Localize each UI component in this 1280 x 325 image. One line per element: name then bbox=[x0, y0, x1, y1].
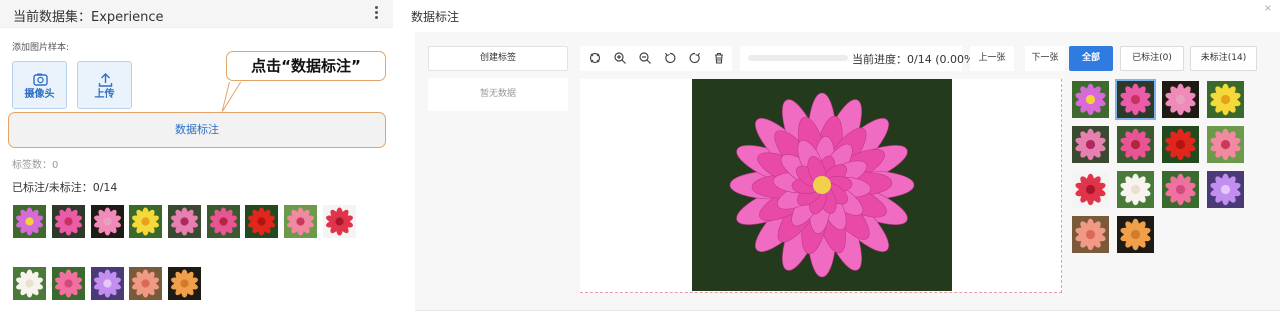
sample-thumbnail[interactable] bbox=[129, 267, 162, 300]
dialog-title: 数据标注 bbox=[411, 10, 460, 24]
divider bbox=[415, 310, 1280, 311]
gallery-thumbnail[interactable] bbox=[1117, 216, 1154, 253]
sample-thumbnail[interactable] bbox=[323, 205, 356, 238]
create-tag-button[interactable]: 创建标签 bbox=[428, 46, 568, 71]
sample-thumbnail[interactable] bbox=[284, 205, 317, 238]
filter-annotated-tab[interactable]: 已标注(0) bbox=[1120, 46, 1184, 71]
fit-icon[interactable] bbox=[588, 51, 602, 65]
zoom-in-icon[interactable] bbox=[613, 51, 627, 65]
sample-thumbnail[interactable] bbox=[207, 205, 240, 238]
annotation-canvas[interactable] bbox=[580, 79, 1062, 293]
upload-button[interactable]: 上传 bbox=[77, 61, 132, 109]
sample-thumbnail[interactable] bbox=[91, 267, 124, 300]
sample-thumbnail[interactable] bbox=[52, 205, 85, 238]
camera-label: 摄像头 bbox=[24, 89, 55, 100]
rotate-left-icon[interactable] bbox=[663, 51, 677, 65]
gallery-thumbnail[interactable] bbox=[1207, 171, 1244, 208]
annotation-status-text: 已标注/未标注：0/14 bbox=[12, 181, 118, 194]
image-gallery bbox=[1070, 79, 1280, 301]
gallery-thumbnail[interactable] bbox=[1072, 216, 1109, 253]
current-image[interactable] bbox=[692, 79, 952, 291]
sample-thumbnail[interactable] bbox=[13, 267, 46, 300]
sample-thumbnail[interactable] bbox=[168, 205, 201, 238]
data-annotation-button[interactable]: 数据标注 bbox=[8, 112, 386, 148]
add-sample-label: 添加图片样本: bbox=[12, 43, 70, 53]
filter-unannotated-tab[interactable]: 未标注(14) bbox=[1190, 46, 1257, 71]
progress-bar bbox=[748, 55, 848, 61]
dataset-title: 当前数据集：Experience bbox=[13, 10, 164, 25]
dahlia-image bbox=[692, 79, 952, 291]
tag-list-empty: 暂无数据 bbox=[428, 78, 568, 111]
next-image-button[interactable]: 下一张 bbox=[1025, 46, 1065, 71]
delete-icon[interactable] bbox=[712, 51, 726, 65]
filter-all-tab[interactable]: 全部 bbox=[1069, 46, 1113, 71]
zoom-out-icon[interactable] bbox=[638, 51, 652, 65]
gallery-thumbnail[interactable] bbox=[1207, 81, 1244, 118]
gallery-thumbnail[interactable] bbox=[1115, 79, 1156, 120]
instruction-callout: 点击“数据标注” bbox=[226, 51, 386, 81]
rotate-right-icon[interactable] bbox=[688, 51, 702, 65]
callout-pointer bbox=[222, 80, 243, 113]
progress-label: 当前进度：0/14 (0.00%) bbox=[852, 53, 979, 66]
camera-button[interactable]: 摄像头 bbox=[12, 61, 67, 109]
gallery-thumbnail[interactable] bbox=[1207, 126, 1244, 163]
dataset-header: 当前数据集：Experience bbox=[0, 0, 393, 28]
tag-count-text: 标签数：0 bbox=[12, 160, 59, 171]
gallery-thumbnail[interactable] bbox=[1162, 126, 1199, 163]
gallery-thumbnail[interactable] bbox=[1162, 81, 1199, 118]
sample-thumbnail[interactable] bbox=[13, 205, 46, 238]
prev-image-button[interactable]: 上一张 bbox=[970, 46, 1014, 71]
gallery-thumbnail[interactable] bbox=[1162, 171, 1199, 208]
image-toolbar bbox=[580, 46, 732, 71]
annotation-dialog: 数据标注 × 创建标签 暂无数据 当前进度：0/14 (0.00%) 上一张 下… bbox=[398, 0, 1280, 325]
gallery-thumbnail[interactable] bbox=[1117, 126, 1154, 163]
gallery-thumbnail[interactable] bbox=[1072, 171, 1109, 208]
annotation-workspace: 创建标签 暂无数据 当前进度：0/14 (0.00%) 上一张 下一张 全部 已… bbox=[415, 32, 1280, 310]
sample-thumbnail[interactable] bbox=[52, 267, 85, 300]
upload-label: 上传 bbox=[94, 89, 115, 100]
sample-thumbnail[interactable] bbox=[129, 205, 162, 238]
gallery-thumbnail[interactable] bbox=[1072, 126, 1109, 163]
sample-thumbnail[interactable] bbox=[168, 267, 201, 300]
sample-thumbnail[interactable] bbox=[91, 205, 124, 238]
close-icon[interactable]: × bbox=[1264, 3, 1272, 14]
progress-indicator: 当前进度：0/14 (0.00%) bbox=[740, 46, 979, 71]
dataset-panel: 当前数据集：Experience 添加图片样本: 摄像头 上传 数据标注 点击“… bbox=[0, 0, 393, 325]
more-options-icon[interactable] bbox=[373, 6, 379, 20]
sample-thumbnail[interactable] bbox=[245, 205, 278, 238]
gallery-thumbnail[interactable] bbox=[1117, 171, 1154, 208]
gallery-thumbnail[interactable] bbox=[1072, 81, 1109, 118]
